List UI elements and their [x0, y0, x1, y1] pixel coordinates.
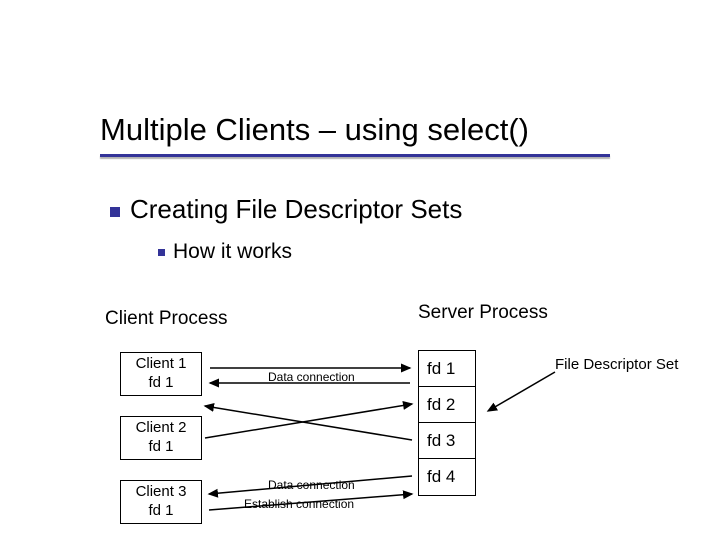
client-name: Client 1	[136, 355, 187, 374]
fd-cell: fd 3	[419, 423, 475, 459]
client-process-label: Client Process	[105, 308, 228, 330]
client-1-box: Client 1 fd 1	[120, 352, 202, 396]
bullet-level1-text: Creating File Descriptor Sets	[130, 194, 462, 224]
data-connection-label-1: Data connection	[268, 370, 355, 384]
arrows-layer	[0, 0, 720, 540]
server-process-label: Server Process	[418, 302, 548, 324]
bullet-level2: How it works	[158, 240, 292, 264]
square-bullet-icon	[110, 207, 120, 217]
bullet-level2-text: How it works	[173, 240, 292, 263]
fd-table: fd 1 fd 2 fd 3 fd 4	[418, 350, 476, 496]
fd-cell: fd 4	[419, 459, 475, 495]
client-name: Client 2	[136, 419, 187, 438]
fd-cell: fd 1	[419, 351, 475, 387]
client-fd: fd 1	[148, 438, 173, 457]
client-name: Client 3	[136, 483, 187, 502]
establish-connection-label: Establish connection	[244, 497, 354, 511]
slide-title: Multiple Clients – using select()	[100, 112, 529, 148]
square-bullet-icon	[158, 249, 165, 256]
client-fd: fd 1	[148, 374, 173, 393]
client-2-box: Client 2 fd 1	[120, 416, 202, 460]
data-connection-label-2: Data connection	[268, 478, 355, 492]
bullet-level1: Creating File Descriptor Sets	[110, 194, 462, 225]
fd-cell: fd 2	[419, 387, 475, 423]
fd-set-label: File Descriptor Set	[555, 356, 678, 373]
client-fd: fd 1	[148, 502, 173, 521]
client-3-box: Client 3 fd 1	[120, 480, 202, 524]
title-underline	[100, 154, 610, 157]
